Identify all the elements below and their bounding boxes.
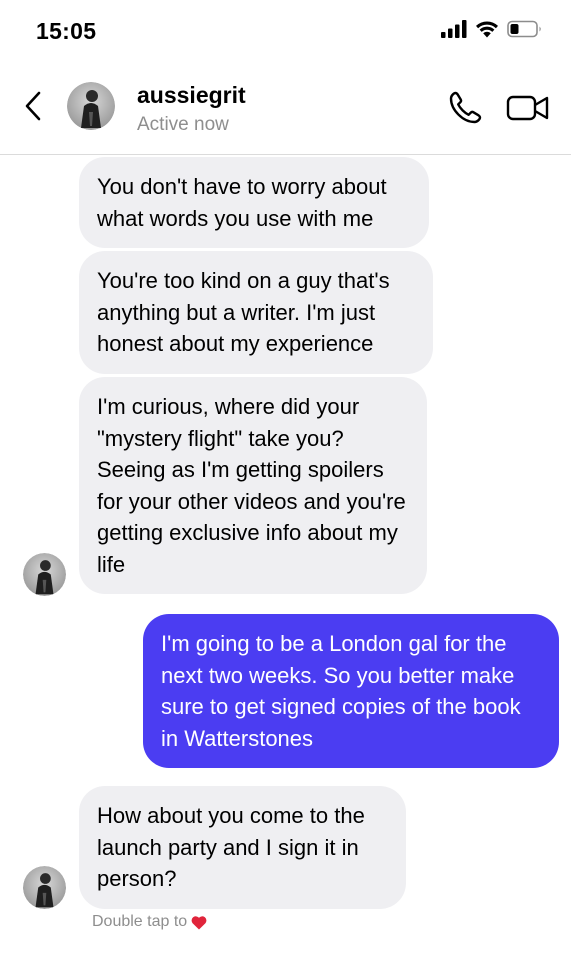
status-bar: 15:05 xyxy=(0,0,571,62)
status-icons xyxy=(441,20,543,38)
back-button[interactable] xyxy=(18,86,48,126)
back-chevron-icon xyxy=(25,91,41,121)
message-bubble-outgoing[interactable]: I'm going to be a London gal for the nex… xyxy=(143,614,559,768)
avatar[interactable] xyxy=(23,866,66,909)
chat-header: aussiegrit Active now xyxy=(0,62,571,155)
message-bubble-incoming[interactable]: How about you come to the launch party a… xyxy=(79,786,406,909)
message-bubble-incoming[interactable]: You don't have to worry about what words… xyxy=(79,157,429,248)
avatar[interactable] xyxy=(23,553,66,596)
message-bubble-incoming[interactable]: You're too kind on a guy that's anything… xyxy=(79,251,433,374)
heart-icon xyxy=(191,915,207,929)
contact-username[interactable]: aussiegrit xyxy=(137,82,246,109)
message-bubble-incoming[interactable]: I'm curious, where did your "mystery fli… xyxy=(79,377,427,594)
status-time: 15:05 xyxy=(36,18,97,44)
phone-icon xyxy=(449,91,482,124)
video-call-button[interactable] xyxy=(505,88,551,128)
active-status: Active now xyxy=(137,114,229,135)
double-tap-hint: Double tap to xyxy=(92,913,207,931)
avatar[interactable] xyxy=(67,82,115,130)
battery-icon xyxy=(507,20,541,38)
hint-text: Double tap to xyxy=(92,913,188,930)
wifi-icon xyxy=(476,21,498,38)
audio-call-button[interactable] xyxy=(445,88,485,128)
video-camera-icon xyxy=(506,95,549,121)
signal-icon xyxy=(441,20,467,38)
